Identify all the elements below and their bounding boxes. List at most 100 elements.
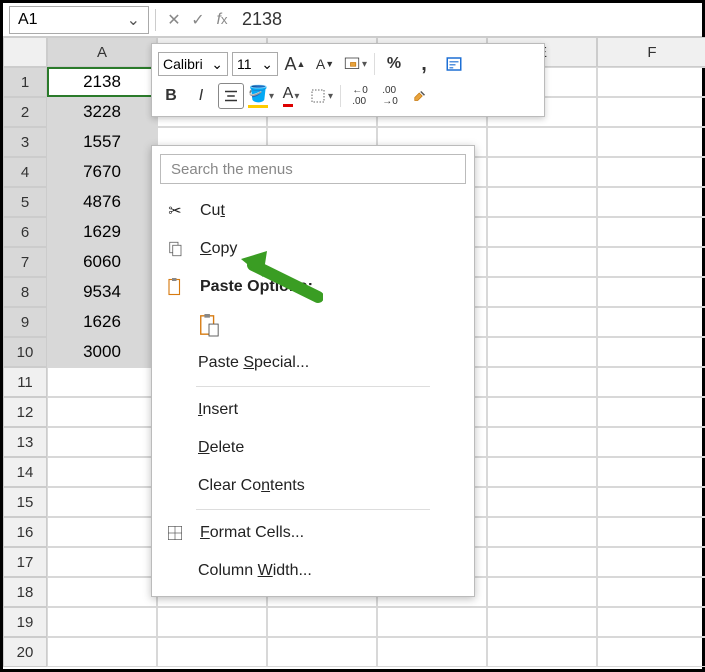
cell[interactable]: [597, 607, 705, 637]
cell[interactable]: [487, 127, 597, 157]
cell[interactable]: [597, 337, 705, 367]
row-header[interactable]: 20: [3, 637, 47, 667]
fx-icon[interactable]: fx: [210, 8, 234, 32]
row-header[interactable]: 11: [3, 367, 47, 397]
cell[interactable]: [487, 487, 597, 517]
cell[interactable]: [47, 427, 157, 457]
select-all-corner[interactable]: [3, 37, 47, 67]
row-header[interactable]: 13: [3, 427, 47, 457]
cell[interactable]: [597, 187, 705, 217]
cell[interactable]: [597, 277, 705, 307]
cell[interactable]: 7670: [47, 157, 157, 187]
row-header[interactable]: 19: [3, 607, 47, 637]
cell[interactable]: 1626: [47, 307, 157, 337]
row-header[interactable]: 6: [3, 217, 47, 247]
cell[interactable]: [267, 637, 377, 667]
cell[interactable]: 3000: [47, 337, 157, 367]
column-header[interactable]: A: [47, 37, 157, 67]
row-header[interactable]: 17: [3, 547, 47, 577]
column-width-menu-item[interactable]: Column Width...: [152, 552, 474, 590]
decrease-decimal-button[interactable]: .00→0: [377, 83, 403, 109]
grow-font-button[interactable]: A▲: [282, 51, 308, 77]
cell[interactable]: [47, 457, 157, 487]
shrink-font-button[interactable]: A▼: [312, 51, 338, 77]
row-header[interactable]: 7: [3, 247, 47, 277]
cell[interactable]: [597, 157, 705, 187]
cell[interactable]: [47, 397, 157, 427]
row-header[interactable]: 12: [3, 397, 47, 427]
cell[interactable]: [377, 607, 487, 637]
row-header[interactable]: 14: [3, 457, 47, 487]
percent-button[interactable]: %: [381, 51, 407, 77]
cell[interactable]: [487, 157, 597, 187]
cell[interactable]: 3228: [47, 97, 157, 127]
cell[interactable]: [487, 547, 597, 577]
cell[interactable]: [597, 307, 705, 337]
cell[interactable]: [267, 607, 377, 637]
cell[interactable]: 1557: [47, 127, 157, 157]
cell[interactable]: [47, 637, 157, 667]
chevron-down-icon[interactable]: ⌄: [127, 10, 140, 30]
cell[interactable]: [487, 247, 597, 277]
cell[interactable]: [597, 247, 705, 277]
cell[interactable]: 1629: [47, 217, 157, 247]
cell[interactable]: [597, 427, 705, 457]
cell[interactable]: [487, 187, 597, 217]
cell[interactable]: [157, 607, 267, 637]
cell[interactable]: 9534: [47, 277, 157, 307]
borders-button[interactable]: ▾: [308, 83, 334, 109]
cell[interactable]: 6060: [47, 247, 157, 277]
row-header[interactable]: 1: [3, 67, 47, 97]
row-header[interactable]: 3: [3, 127, 47, 157]
format-painter-button[interactable]: [407, 83, 433, 109]
cell[interactable]: [597, 517, 705, 547]
cell[interactable]: [47, 547, 157, 577]
row-header[interactable]: 2: [3, 97, 47, 127]
row-header[interactable]: 9: [3, 307, 47, 337]
wrap-text-button[interactable]: [441, 51, 467, 77]
font-size-select[interactable]: 11⌄: [232, 52, 278, 76]
cell[interactable]: [47, 607, 157, 637]
cell[interactable]: [597, 127, 705, 157]
bold-button[interactable]: B: [158, 83, 184, 109]
cell[interactable]: [47, 577, 157, 607]
cell[interactable]: 4876: [47, 187, 157, 217]
cell[interactable]: 2138: [47, 67, 157, 97]
cell[interactable]: [377, 637, 487, 667]
cell[interactable]: [47, 367, 157, 397]
cell[interactable]: [487, 637, 597, 667]
menu-search-input[interactable]: Search the menus: [160, 154, 466, 184]
row-header[interactable]: 16: [3, 517, 47, 547]
insert-menu-item[interactable]: Insert: [152, 391, 474, 429]
fill-color-button[interactable]: 🪣▾: [248, 83, 274, 109]
formula-input[interactable]: 2138: [234, 9, 702, 30]
cell[interactable]: [597, 547, 705, 577]
cell[interactable]: [487, 217, 597, 247]
cell[interactable]: [597, 487, 705, 517]
cell[interactable]: [47, 517, 157, 547]
row-header[interactable]: 18: [3, 577, 47, 607]
font-select[interactable]: Calibri⌄: [158, 52, 228, 76]
cell[interactable]: [487, 337, 597, 367]
copy-menu-item[interactable]: Copy: [152, 230, 474, 268]
clear-contents-menu-item[interactable]: Clear Contents: [152, 467, 474, 505]
cell[interactable]: [597, 457, 705, 487]
cell[interactable]: [597, 67, 705, 97]
cell[interactable]: [597, 367, 705, 397]
italic-button[interactable]: I: [188, 83, 214, 109]
cell[interactable]: [597, 637, 705, 667]
enter-icon[interactable]: ✓: [186, 8, 210, 32]
font-color-button[interactable]: A▾: [278, 83, 304, 109]
cell[interactable]: [47, 487, 157, 517]
cell[interactable]: [157, 637, 267, 667]
cell[interactable]: [597, 217, 705, 247]
cell[interactable]: [487, 307, 597, 337]
align-center-button[interactable]: [218, 83, 244, 109]
cell[interactable]: [487, 367, 597, 397]
cell[interactable]: [597, 577, 705, 607]
name-box[interactable]: A1 ⌄: [9, 6, 149, 34]
row-header[interactable]: 15: [3, 487, 47, 517]
cell[interactable]: [487, 427, 597, 457]
cell[interactable]: [487, 607, 597, 637]
cancel-icon[interactable]: ✕: [162, 8, 186, 32]
